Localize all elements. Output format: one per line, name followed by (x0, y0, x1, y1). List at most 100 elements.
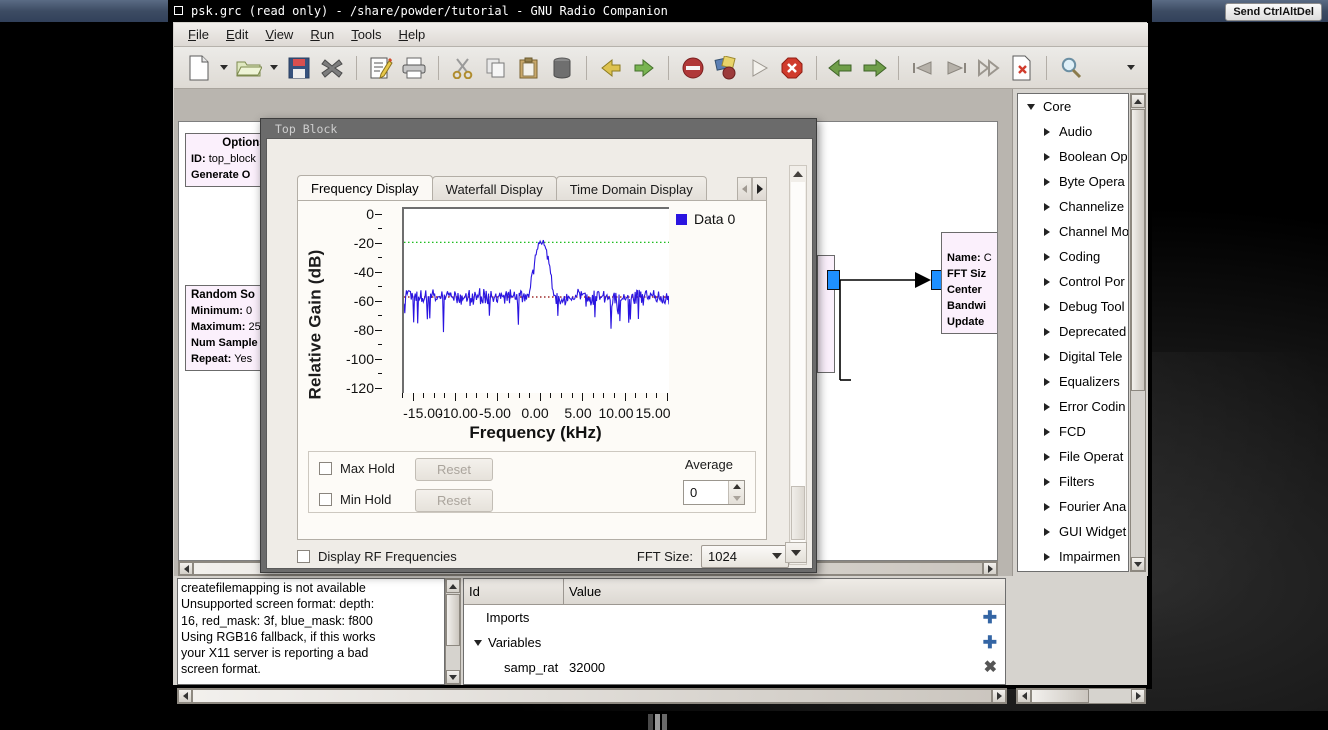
chevron-right-icon[interactable] (1040, 428, 1053, 436)
tree-scroll-down-arrow[interactable] (1131, 557, 1145, 571)
variables-row-variables[interactable]: Variables ✚ (464, 630, 1005, 655)
tree-node-file-operators[interactable]: File Operat (1018, 444, 1128, 469)
find-icon[interactable] (1056, 52, 1086, 84)
toggle-sink-icon[interactable] (941, 52, 971, 84)
chevron-right-icon[interactable] (1040, 478, 1053, 486)
menu-tools[interactable]: Tools (351, 27, 381, 42)
console-scroll-down-arrow[interactable] (446, 670, 460, 684)
chevron-left-icon[interactable] (737, 177, 752, 201)
paste-icon[interactable] (514, 52, 544, 84)
variables-horizontal-scrollbar[interactable] (177, 688, 1007, 704)
chevron-right-icon[interactable] (1040, 353, 1053, 361)
spectrum-plot[interactable]: Relative Gain (dB) 0 -20 -40 -60 -80 -10… (298, 201, 766, 451)
variables-row-imports[interactable]: Imports ✚ (464, 605, 1005, 630)
chevron-down-icon[interactable] (470, 639, 486, 646)
tree-node-deprecated[interactable]: Deprecated (1018, 319, 1128, 344)
new-file-icon[interactable] (184, 52, 214, 84)
chevron-right-icon[interactable] (1040, 328, 1053, 336)
rotate-right-icon[interactable] (859, 52, 889, 84)
tree-node-boolean-operators[interactable]: Boolean Op (1018, 144, 1128, 169)
tree-node-core[interactable]: Core (1018, 94, 1128, 119)
chevron-right-icon[interactable] (1040, 453, 1053, 461)
console-scroll-up-arrow[interactable] (446, 579, 460, 593)
dialog-overflow-dropdown[interactable] (785, 542, 807, 563)
new-file-dropdown-icon[interactable] (217, 52, 231, 84)
disable-block-icon[interactable] (678, 52, 708, 84)
tree-node-channelizers[interactable]: Channelize (1018, 194, 1128, 219)
spectrum-plot-canvas[interactable] (402, 207, 670, 393)
remove-icon[interactable]: ✖ (984, 660, 997, 676)
chevron-right-icon[interactable] (1040, 228, 1053, 236)
tree-node-coding[interactable]: Coding (1018, 244, 1128, 269)
delete-icon[interactable] (547, 52, 577, 84)
chevron-right-icon[interactable] (1040, 153, 1053, 161)
tree-node-fcd[interactable]: FCD (1018, 419, 1128, 444)
chevron-right-icon[interactable] (1040, 253, 1053, 261)
max-hold-checkbox[interactable] (319, 462, 332, 475)
stepper-down-icon[interactable] (729, 493, 744, 505)
chevron-right-icon[interactable] (1040, 128, 1053, 136)
add-icon[interactable]: ✚ (983, 634, 997, 651)
chevron-right-icon[interactable] (1040, 278, 1053, 286)
chevron-down-icon[interactable] (1024, 104, 1037, 110)
tree-node-byte-operations[interactable]: Byte Opera (1018, 169, 1128, 194)
block-library-vertical-scrollbar[interactable] (1130, 93, 1146, 572)
top-block-dialog[interactable]: Top Block Frequency Display Waterfall Di… (260, 118, 817, 573)
tree-node-equalizers[interactable]: Equalizers (1018, 369, 1128, 394)
chevron-down-icon[interactable] (791, 549, 801, 556)
tree-node-debug-tools[interactable]: Debug Tool (1018, 294, 1128, 319)
block-library-horizontal-scrollbar[interactable] (1016, 688, 1146, 704)
tree-node-control-port[interactable]: Control Por (1018, 269, 1128, 294)
fft-size-select[interactable]: 1024 (701, 544, 789, 568)
tree-node-audio[interactable]: Audio (1018, 119, 1128, 144)
execute-icon[interactable] (744, 52, 774, 84)
average-stepper[interactable] (728, 481, 744, 504)
chevron-right-icon[interactable] (1040, 528, 1053, 536)
dialog-scroll-track[interactable] (791, 182, 805, 548)
window-menu-icon[interactable] (174, 6, 183, 15)
bottom-scroll-right-arrow[interactable] (992, 689, 1006, 703)
tree-node-channel-models[interactable]: Channel Mo (1018, 219, 1128, 244)
cut-icon[interactable] (448, 52, 478, 84)
menu-view[interactable]: View (265, 27, 293, 42)
open-folder-icon[interactable] (234, 52, 264, 84)
chevron-right-icon[interactable] (1040, 203, 1053, 211)
bottom-scroll-left-arrow[interactable] (178, 689, 192, 703)
display-rf-frequencies-checkbox[interactable] (297, 549, 310, 563)
dialog-scroll-thumb[interactable] (791, 486, 805, 540)
menu-help[interactable]: Help (399, 27, 426, 42)
tree-scroll-thumb[interactable] (1131, 109, 1145, 391)
tree-node-fourier-analysis[interactable]: Fourier Ana (1018, 494, 1128, 519)
tree-scroll-up-arrow[interactable] (1131, 94, 1145, 108)
block-library-tree[interactable]: Core Audio Boolean Op Byte Opera Channel… (1017, 93, 1129, 572)
tree-node-instrumentation[interactable]: Instrument (1018, 569, 1128, 571)
canvas-scroll-right-arrow[interactable] (983, 562, 997, 575)
overflow-dropdown-icon[interactable] (1124, 52, 1138, 84)
chevron-right-icon[interactable] (1040, 503, 1053, 511)
console-vertical-scrollbar[interactable] (445, 578, 461, 685)
print-icon[interactable] (399, 52, 429, 84)
tab-frequency-display[interactable]: Frequency Display (297, 175, 433, 201)
average-spinbox[interactable]: 0 (683, 480, 745, 505)
average-value[interactable]: 0 (684, 481, 728, 504)
chevron-right-icon[interactable] (1040, 378, 1053, 386)
tree-node-impairments[interactable]: Impairmen (1018, 544, 1128, 569)
tree-hscroll-left-arrow[interactable] (1017, 689, 1031, 703)
qt-gui-sink-block[interactable]: Q Name: C FFT Siz Center Bandwi Update (941, 232, 997, 334)
tree-node-digital-television[interactable]: Digital Tele (1018, 344, 1128, 369)
send-ctrl-alt-del-button[interactable]: Send CtrlAltDel (1225, 3, 1322, 21)
menu-edit[interactable]: Edit (226, 27, 248, 42)
tree-node-error-coding[interactable]: Error Codin (1018, 394, 1128, 419)
chevron-right-icon[interactable] (1040, 303, 1053, 311)
bottom-scroll-thumb[interactable] (192, 689, 992, 703)
chevron-right-icon[interactable] (1040, 403, 1053, 411)
chevron-down-icon[interactable] (772, 553, 782, 559)
rotate-left-icon[interactable] (826, 52, 856, 84)
save-icon[interactable] (284, 52, 314, 84)
chevron-right-icon[interactable] (1040, 178, 1053, 186)
canvas-scroll-left-arrow[interactable] (179, 562, 193, 575)
enable-block-icon[interactable] (711, 52, 741, 84)
tree-hscroll-right-arrow[interactable] (1131, 689, 1145, 703)
tab-time-domain-display[interactable]: Time Domain Display (555, 176, 707, 201)
variables-row-samp-rate[interactable]: samp_rat 32000 ✖ (464, 655, 1005, 680)
